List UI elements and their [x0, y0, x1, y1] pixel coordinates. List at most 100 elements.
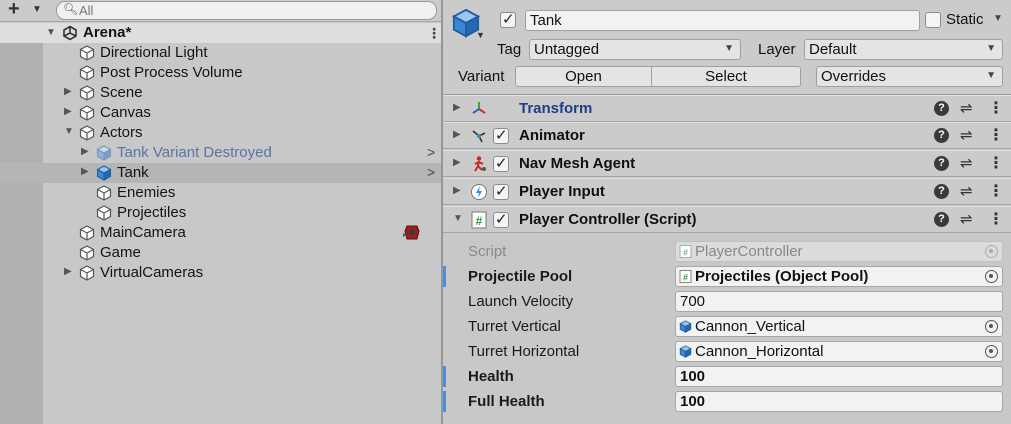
property-label: Turret Horizontal — [468, 343, 580, 360]
layer-value: Default — [809, 41, 857, 58]
hierarchy-item-enemies[interactable]: Enemies — [0, 183, 441, 203]
hierarchy-item-canvas[interactable]: ▶ Canvas — [0, 103, 441, 123]
object-picker-icon[interactable] — [985, 345, 998, 358]
help-icon[interactable]: ? — [934, 184, 949, 199]
hierarchy-item-tank[interactable]: ▶ Tank > — [0, 163, 441, 183]
foldout-arrow-right-icon[interactable]: ▶ — [81, 146, 93, 157]
active-checkbox[interactable] — [500, 10, 516, 28]
hierarchy-item-main-camera[interactable]: MainCamera — [0, 223, 441, 243]
foldout-arrow-right-icon[interactable]: ▶ — [453, 129, 461, 140]
projectile-pool-field[interactable]: # Projectiles (Object Pool) — [675, 266, 1003, 287]
overrides-dropdown[interactable]: Overrides ▼ — [816, 66, 1003, 87]
scene-header-row[interactable]: ▼ Arena* ⋮ — [0, 23, 441, 43]
help-icon[interactable]: ? — [934, 212, 949, 227]
static-checkbox[interactable] — [925, 12, 941, 28]
hierarchy-item-post-process-volume[interactable]: Post Process Volume — [0, 63, 441, 83]
preset-icon[interactable]: ⇌ — [960, 154, 973, 172]
hierarchy-item-label: Projectiles — [117, 204, 187, 221]
tag-dropdown[interactable]: Untagged ▼ — [529, 39, 741, 60]
help-icon[interactable]: ? — [934, 101, 949, 116]
enable-checkbox[interactable] — [493, 210, 509, 228]
foldout-arrow-right-icon[interactable]: ▶ — [81, 166, 93, 177]
component-nav-mesh-agent[interactable]: ▶ Nav Mesh Agent ? ⇌ ⋮ — [443, 150, 1011, 177]
property-turret-vertical[interactable]: Turret Vertical Cannon_Vertical — [443, 314, 1011, 339]
gameobject-icon — [79, 225, 95, 241]
foldout-arrow-right-icon[interactable]: ▶ — [453, 185, 461, 196]
component-menu-icon[interactable]: ⋮ — [988, 125, 1004, 145]
property-health[interactable]: Health 100 — [443, 364, 1011, 389]
foldout-arrow-right-icon[interactable]: ▶ — [64, 106, 76, 117]
field-value: 100 — [680, 393, 706, 410]
property-label: Launch Velocity — [468, 293, 574, 310]
foldout-arrow-right-icon[interactable]: ▶ — [453, 102, 461, 113]
component-transform[interactable]: ▶ Transform ? ⇌ ⋮ — [443, 95, 1011, 122]
foldout-arrow-down-icon[interactable]: ▼ — [64, 126, 76, 137]
turret-horizontal-field[interactable]: Cannon_Horizontal — [675, 341, 1003, 362]
component-animator[interactable]: ▶ Animator ? ⇌ ⋮ — [443, 122, 1011, 149]
foldout-arrow-down-icon[interactable]: ▼ — [453, 213, 463, 224]
static-dropdown-icon[interactable]: ▼ — [993, 13, 1003, 24]
foldout-arrow-right-icon[interactable]: ▶ — [64, 86, 76, 97]
preset-icon[interactable]: ⇌ — [960, 182, 973, 200]
foldout-arrow-right-icon[interactable]: ▶ — [453, 157, 461, 168]
object-name-field[interactable] — [525, 10, 920, 31]
component-menu-icon[interactable]: ⋮ — [988, 98, 1004, 118]
preset-icon[interactable]: ⇌ — [960, 126, 973, 144]
plus-icon: + — [8, 0, 20, 20]
component-menu-icon[interactable]: ⋮ — [988, 209, 1004, 229]
field-value: Cannon_Vertical — [695, 318, 806, 335]
open-prefab-button[interactable]: Open — [515, 66, 652, 87]
chevron-right-icon[interactable]: > — [427, 164, 435, 180]
caret-down-icon[interactable]: ▼ — [476, 30, 485, 40]
object-picker-icon[interactable] — [985, 270, 998, 283]
health-field[interactable]: 100 — [675, 366, 1003, 387]
property-projectile-pool[interactable]: Projectile Pool # Projectiles (Object Po… — [443, 264, 1011, 289]
help-icon[interactable]: ? — [934, 156, 949, 171]
preset-icon[interactable]: ⇌ — [960, 99, 973, 117]
scene-menu-icon[interactable]: ⋮ — [427, 25, 441, 42]
component-player-controller[interactable]: ▼ # Player Controller (Script) ? ⇌ ⋮ — [443, 206, 1011, 233]
hierarchy-item-game[interactable]: Game — [0, 243, 441, 263]
launch-velocity-field[interactable]: 700 — [675, 291, 1003, 312]
turret-vertical-field[interactable]: Cannon_Vertical — [675, 316, 1003, 337]
hierarchy-item-scene[interactable]: ▶ Scene — [0, 83, 441, 103]
hierarchy-item-label: Enemies — [117, 184, 176, 201]
hierarchy-panel: + ▼ 🔍︎ ▼ Arena* ⋮ Directional Light Post… — [0, 0, 441, 424]
hierarchy-item-label: Actors — [100, 124, 143, 141]
foldout-arrow-icon[interactable]: ▼ — [46, 27, 58, 38]
component-menu-icon[interactable]: ⋮ — [988, 181, 1004, 201]
svg-text:#: # — [683, 273, 688, 283]
create-button[interactable]: + ▼ — [6, 0, 44, 20]
preset-icon[interactable]: ⇌ — [960, 210, 973, 228]
property-turret-horizontal[interactable]: Turret Horizontal Cannon_Horizontal — [443, 339, 1011, 364]
object-picker-icon[interactable] — [985, 320, 998, 333]
hierarchy-search-input[interactable] — [79, 3, 419, 18]
caret-down-icon: ▼ — [986, 70, 996, 81]
gameobject-icon — [96, 205, 112, 221]
field-value: 700 — [680, 293, 706, 310]
foldout-arrow-right-icon[interactable]: ▶ — [64, 266, 76, 277]
hierarchy-item-actors[interactable]: ▼ Actors — [0, 123, 441, 143]
enable-checkbox[interactable] — [493, 126, 509, 144]
component-menu-icon[interactable]: ⋮ — [988, 153, 1004, 173]
property-full-health[interactable]: Full Health 100 — [443, 389, 1011, 414]
layer-dropdown[interactable]: Default ▼ — [804, 39, 1003, 60]
help-icon[interactable]: ? — [934, 128, 949, 143]
hierarchy-item-label: Scene — [100, 84, 143, 101]
hierarchy-item-projectiles[interactable]: Projectiles — [0, 203, 441, 223]
select-prefab-button[interactable]: Select — [651, 66, 801, 87]
hierarchy-item-tank-variant-destroyed[interactable]: ▶ Tank Variant Destroyed > — [0, 143, 441, 163]
component-name: Transform — [519, 100, 593, 117]
object-picker-icon — [985, 245, 998, 258]
hierarchy-search[interactable]: 🔍︎ — [56, 1, 437, 20]
gameobject-icon — [79, 265, 95, 281]
hierarchy-item-virtual-cameras[interactable]: ▶ VirtualCameras — [0, 263, 441, 283]
chevron-right-icon[interactable]: > — [427, 144, 435, 160]
hierarchy-item-directional-light[interactable]: Directional Light — [0, 43, 441, 63]
enable-checkbox[interactable] — [493, 182, 509, 200]
property-launch-velocity[interactable]: Launch Velocity 700 — [443, 289, 1011, 314]
component-player-input[interactable]: ▶ Player Input ? ⇌ ⋮ — [443, 178, 1011, 205]
enable-checkbox[interactable] — [493, 154, 509, 172]
full-health-field[interactable]: 100 — [675, 391, 1003, 412]
prefab-icon — [679, 345, 692, 358]
